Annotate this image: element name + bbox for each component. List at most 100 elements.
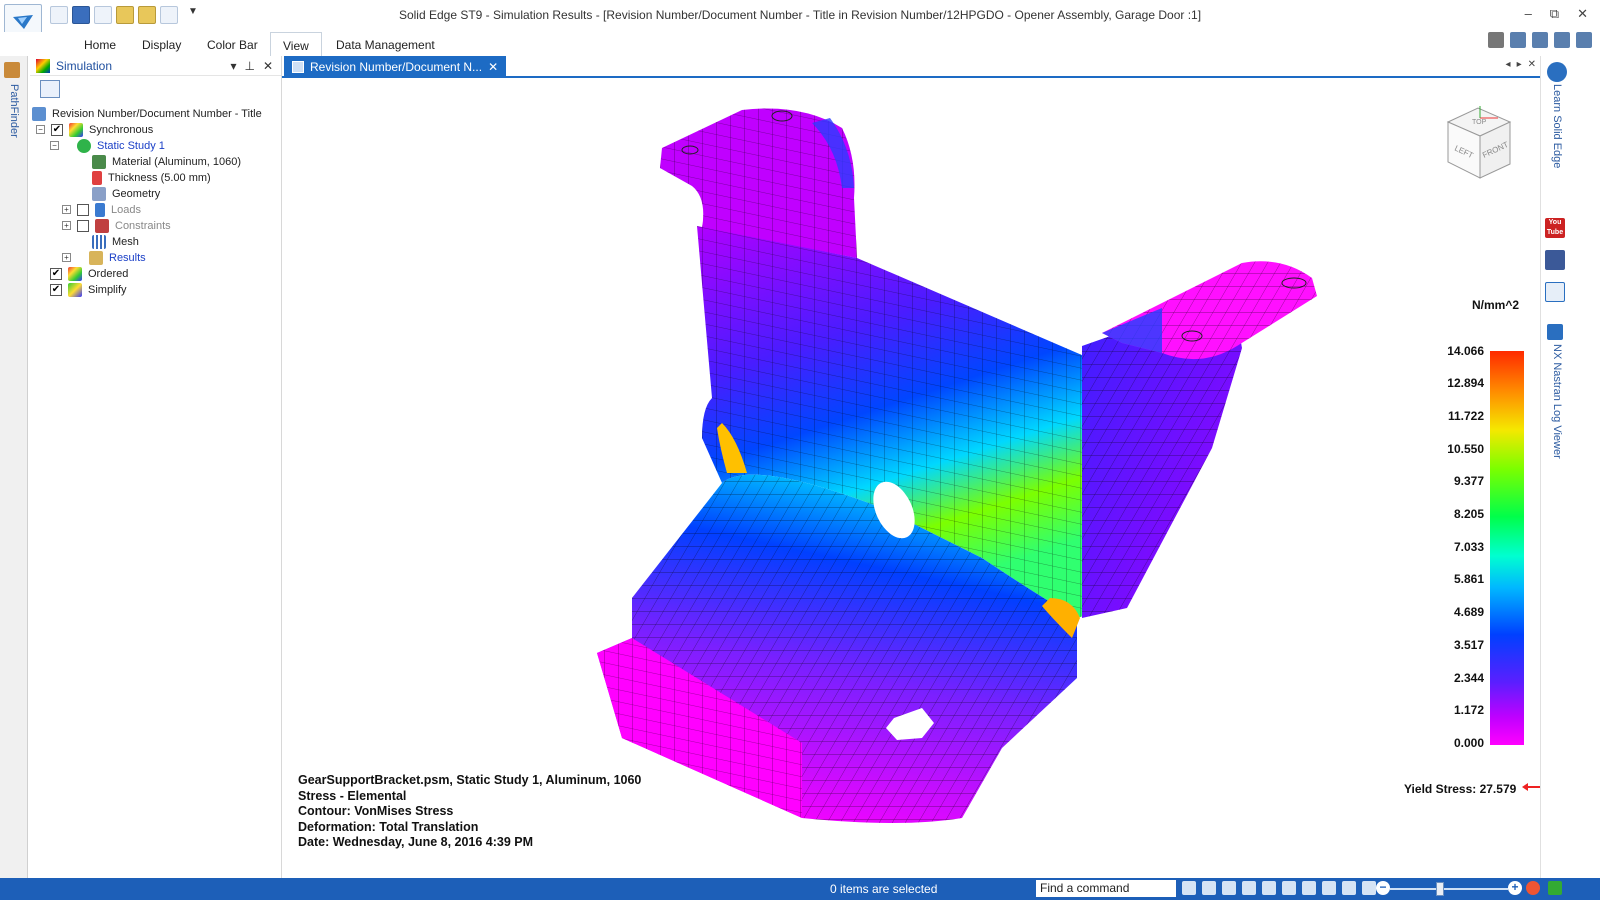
rotate-icon[interactable] xyxy=(1282,881,1296,895)
nx-nastran-log-viewer-tab[interactable]: NX Nastran Log Viewer xyxy=(1551,344,1563,459)
tree-item-results[interactable]: + Results xyxy=(62,250,146,265)
tab-home[interactable]: Home xyxy=(72,36,128,54)
arrange-icon[interactable] xyxy=(1554,32,1570,48)
zoom-area-icon[interactable] xyxy=(1202,881,1216,895)
expand-icon[interactable]: + xyxy=(62,253,71,262)
tree-item-geometry[interactable]: Geometry xyxy=(92,186,160,201)
collapse-icon[interactable]: − xyxy=(36,125,45,134)
ribbon-right-icons xyxy=(1488,32,1592,48)
title-bar: ▼ Solid Edge ST9 - Simulation Results - … xyxy=(0,0,1600,40)
legend-tick: 9.377 xyxy=(1453,474,1484,488)
selection-status: 0 items are selected xyxy=(830,882,938,896)
constraint-icon xyxy=(95,218,109,233)
tree-item-synchronous[interactable]: − ✔ Synchronous xyxy=(36,122,153,137)
tree-item-material[interactable]: Material (Aluminum, 1060) xyxy=(92,154,241,169)
panel-pin-button[interactable]: ⊥ xyxy=(244,59,254,73)
tab-data-management[interactable]: Data Management xyxy=(324,36,447,54)
zoom-out-button[interactable]: − xyxy=(1376,881,1390,895)
facebook-icon[interactable] xyxy=(1545,250,1565,270)
view-cube[interactable]: TOP LEFT FRONT xyxy=(1440,104,1520,184)
collapse-ribbon-icon[interactable] xyxy=(1576,32,1592,48)
edit-study-button[interactable] xyxy=(40,80,60,98)
upload-icon[interactable] xyxy=(1548,881,1562,895)
tree-item-static-study[interactable]: − Static Study 1 xyxy=(50,138,165,153)
tree-item-mesh[interactable]: Mesh xyxy=(92,234,139,249)
record-icon[interactable] xyxy=(1526,881,1540,895)
window-title: Solid Edge ST9 - Simulation Results - [R… xyxy=(398,8,1202,22)
legend-tick: 14.066 xyxy=(1447,344,1484,358)
legend-tick: 2.344 xyxy=(1453,671,1484,685)
help-icon[interactable] xyxy=(1488,32,1504,48)
tree-item-ordered[interactable]: ✔ Ordered xyxy=(50,266,128,281)
legend-tick: 4.689 xyxy=(1453,605,1484,619)
ribbon-tabs: Home Display Color Bar View Data Managem… xyxy=(0,32,1600,56)
document-icon xyxy=(32,106,46,121)
right-docking-strip: Learn Solid Edge You Tube NX Nastran Log… xyxy=(1540,56,1568,878)
checkbox-synchronous[interactable]: ✔ xyxy=(51,123,63,136)
sketch-view-icon[interactable] xyxy=(1362,881,1376,895)
tab-color-bar[interactable]: Color Bar xyxy=(195,36,270,54)
tab-display[interactable]: Display xyxy=(130,36,193,54)
checkbox-constraints[interactable] xyxy=(77,219,89,232)
tree-item-document[interactable]: Revision Number/Document Number - Title xyxy=(32,106,262,121)
arrow-icon[interactable] xyxy=(1182,881,1196,895)
legend-tick: 12.894 xyxy=(1447,376,1484,390)
zoom-slider[interactable] xyxy=(1390,888,1508,890)
zoom-in-button[interactable]: + xyxy=(1508,881,1522,895)
legend-tick: 7.033 xyxy=(1453,540,1484,554)
synchronous-icon xyxy=(69,122,83,137)
zoom-icon[interactable] xyxy=(1222,881,1236,895)
scroll-left-button[interactable]: ◂ xyxy=(1506,59,1511,70)
pathfinder-icon[interactable] xyxy=(4,62,20,78)
checkbox-loads[interactable] xyxy=(77,203,89,216)
legend-tick: 5.861 xyxy=(1453,572,1484,586)
load-arrow-icon xyxy=(95,202,105,217)
status-bar: 0 items are selected Find a command − + xyxy=(0,878,1600,900)
shaded-view-icon[interactable] xyxy=(1322,881,1336,895)
checkbox-ordered[interactable]: ✔ xyxy=(50,267,62,280)
solid-edge-community-icon[interactable] xyxy=(1545,282,1565,302)
panel-close-button[interactable]: ✕ xyxy=(263,59,273,73)
close-document-button[interactable]: ✕ xyxy=(1528,59,1536,70)
checkbox-simplify[interactable]: ✔ xyxy=(50,283,62,296)
document-tab-bar: Revision Number/Document N... ✕ ◂ ▸ ✕ xyxy=(282,56,1540,78)
collapse-icon[interactable]: − xyxy=(50,141,59,150)
graphics-viewport[interactable]: TOP LEFT FRONT N/mm^2 14.066 12.894 11.7… xyxy=(282,78,1540,878)
legend-tick: 0.000 xyxy=(1453,736,1484,750)
stress-contour-model[interactable] xyxy=(282,78,1540,878)
expand-icon[interactable]: + xyxy=(62,205,71,214)
nastran-log-icon[interactable] xyxy=(1547,324,1563,340)
expand-icon[interactable]: + xyxy=(62,221,71,230)
minimize-button[interactable]: – xyxy=(1525,6,1532,22)
view-style-icon[interactable] xyxy=(1342,881,1356,895)
legend-tick: 3.517 xyxy=(1453,638,1484,652)
close-button[interactable]: ✕ xyxy=(1577,6,1588,22)
spin-icon[interactable] xyxy=(1302,881,1316,895)
tree-item-thickness[interactable]: Thickness (5.00 mm) xyxy=(92,170,211,185)
scroll-right-button[interactable]: ▸ xyxy=(1517,59,1522,70)
learn-help-icon[interactable] xyxy=(1547,62,1567,82)
yield-stress-label: Yield Stress: 27.579 xyxy=(1404,782,1517,796)
restore-button[interactable]: ⧉ xyxy=(1550,6,1559,22)
document-tab-close-button[interactable]: ✕ xyxy=(488,60,498,74)
document-tab[interactable]: Revision Number/Document N... ✕ xyxy=(284,56,507,78)
legend-units: N/mm^2 xyxy=(1472,298,1520,312)
tree-item-simplify[interactable]: ✔ Simplify xyxy=(50,282,127,297)
command-finder-input[interactable]: Find a command xyxy=(1036,880,1176,897)
cascade-icon[interactable] xyxy=(1510,32,1526,48)
youtube-icon[interactable]: You Tube xyxy=(1545,218,1565,238)
fit-icon[interactable] xyxy=(1242,881,1256,895)
learn-solid-edge-tab[interactable]: Learn Solid Edge xyxy=(1551,84,1563,168)
tile-icon[interactable] xyxy=(1532,32,1548,48)
zoom-slider-handle[interactable] xyxy=(1436,882,1444,896)
tree-item-loads[interactable]: + Loads xyxy=(62,202,141,217)
pan-icon[interactable] xyxy=(1262,881,1276,895)
legend-tick: 11.722 xyxy=(1447,409,1484,423)
pathfinder-tab[interactable]: PathFinder xyxy=(8,84,20,138)
tab-view[interactable]: View xyxy=(270,32,322,56)
upper-right-flange xyxy=(1102,261,1317,360)
info-deformation: Deformation: Total Translation xyxy=(298,820,479,834)
tree-item-constraints[interactable]: + Constraints xyxy=(62,218,171,233)
panel-menu-button[interactable]: ▾ xyxy=(230,59,236,73)
view-cube-top[interactable]: TOP xyxy=(1472,119,1487,126)
